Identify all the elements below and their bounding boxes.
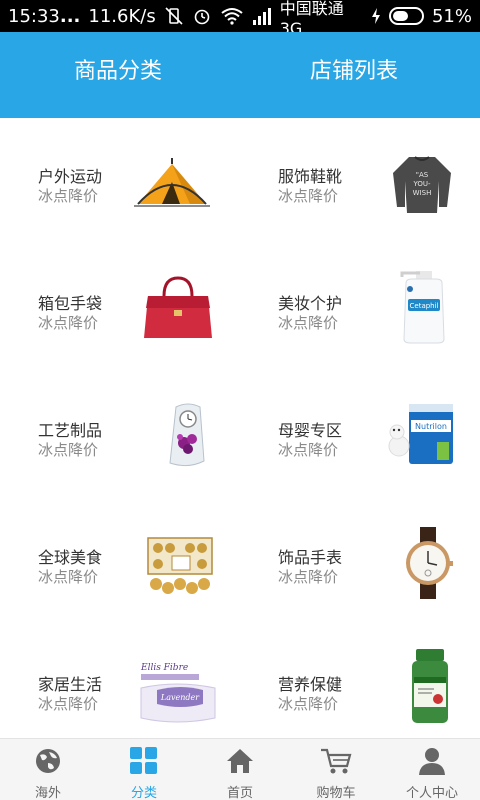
nav-categories[interactable]: 分类 bbox=[96, 739, 192, 800]
category-item-outdoor[interactable]: 户外运动 冰点降价 bbox=[0, 118, 240, 245]
category-item-bags[interactable]: 箱包手袋 冰点降价 bbox=[0, 245, 240, 372]
svg-text:Nutrilon: Nutrilon bbox=[415, 422, 447, 431]
pillow-image: Ellis Fibre Lavender bbox=[136, 650, 220, 734]
nav-overseas[interactable]: 海外 bbox=[0, 739, 96, 800]
category-name: 母婴专区 bbox=[278, 421, 343, 440]
nav-label: 分类 bbox=[130, 786, 157, 800]
category-name: 工艺制品 bbox=[38, 421, 103, 440]
lotion-bottle-image: Cetaphil bbox=[382, 265, 466, 349]
charging-icon bbox=[371, 7, 381, 25]
category-name: 美妆个护 bbox=[278, 294, 343, 313]
category-subtitle: 冰点降价 bbox=[278, 314, 339, 332]
category-item-food[interactable]: 全球美食 冰点降价 bbox=[0, 499, 240, 626]
svg-text:"AS: "AS bbox=[416, 171, 429, 179]
battery-icon bbox=[389, 7, 424, 25]
nav-cart[interactable]: 购物车 bbox=[288, 739, 384, 800]
nav-home[interactable]: 首页 bbox=[192, 739, 288, 800]
tab-shop-list[interactable]: 店铺列表 bbox=[305, 56, 403, 96]
category-subtitle: 冰点降价 bbox=[278, 187, 339, 205]
signal-icon bbox=[252, 7, 272, 25]
nav-label: 海外 bbox=[34, 786, 61, 800]
category-item-nutrition[interactable]: 营养保健 冰点降价 bbox=[240, 626, 480, 738]
category-subtitle: 冰点降价 bbox=[38, 568, 99, 586]
category-subtitle: 冰点降价 bbox=[38, 441, 99, 459]
watch-image bbox=[386, 521, 470, 605]
tent-image bbox=[130, 142, 214, 226]
category-subtitle: 冰点降价 bbox=[38, 314, 99, 332]
category-item-crafts[interactable]: 工艺制品 冰点降价 bbox=[0, 372, 240, 499]
network-speed: 11.6K/s bbox=[88, 5, 156, 27]
category-subtitle: 冰点降价 bbox=[38, 695, 99, 713]
category-name: 营养保健 bbox=[278, 675, 343, 694]
svg-text:Cetaphil: Cetaphil bbox=[410, 302, 439, 310]
category-item-home[interactable]: 家居生活 冰点降价 Ellis Fibre Lavender bbox=[0, 626, 240, 738]
crystal-clock-image bbox=[146, 394, 230, 478]
status-bar: 15:33 ... 11.6K/s 中国联通 3G 51% bbox=[0, 0, 480, 38]
category-grid: 户外运动 冰点降价 服饰鞋靴 冰点降价 "AS YOU- WISH 箱包手袋 冰… bbox=[0, 118, 480, 738]
category-item-watches[interactable]: 饰品手表 冰点降价 bbox=[240, 499, 480, 626]
category-item-apparel[interactable]: 服饰鞋靴 冰点降价 "AS YOU- WISH bbox=[240, 118, 480, 245]
category-name: 户外运动 bbox=[38, 167, 103, 186]
person-icon bbox=[417, 747, 447, 779]
nav-label: 个人中心 bbox=[405, 786, 458, 800]
vibrate-mute-icon bbox=[164, 7, 184, 25]
nav-label: 购物车 bbox=[316, 786, 356, 800]
category-item-beauty[interactable]: 美妆个护 冰点降价 Cetaphil bbox=[240, 245, 480, 372]
handbag-image bbox=[136, 267, 220, 351]
wifi-icon bbox=[220, 7, 244, 25]
category-subtitle: 冰点降价 bbox=[38, 187, 99, 205]
chocolate-box-image bbox=[138, 523, 222, 607]
category-item-mother-baby[interactable]: 母婴专区 冰点降价 Nutrilon bbox=[240, 372, 480, 499]
nav-profile[interactable]: 个人中心 bbox=[384, 739, 480, 800]
cart-icon bbox=[319, 747, 353, 779]
category-name: 饰品手表 bbox=[278, 548, 343, 567]
category-name: 家居生活 bbox=[38, 675, 103, 694]
svg-text:Lavender: Lavender bbox=[160, 693, 200, 702]
category-header: 商品分类 店铺列表 bbox=[0, 32, 480, 127]
category-name: 服饰鞋靴 bbox=[278, 167, 343, 186]
category-subtitle: 冰点降价 bbox=[278, 695, 339, 713]
globe-icon bbox=[33, 747, 63, 779]
grid-icon bbox=[129, 747, 159, 779]
supplement-bottle-image bbox=[388, 644, 472, 728]
notification-dots: ... bbox=[59, 5, 81, 27]
category-name: 箱包手袋 bbox=[38, 294, 103, 313]
sweater-image: "AS YOU- WISH bbox=[380, 142, 464, 226]
battery-percent: 51% bbox=[431, 5, 472, 27]
bottom-navigation: 海外 分类 首页 购物车 个人中心 bbox=[0, 738, 480, 800]
svg-text:WISH: WISH bbox=[413, 189, 432, 197]
category-subtitle: 冰点降价 bbox=[278, 441, 339, 459]
home-icon bbox=[225, 747, 255, 779]
svg-text:YOU-: YOU- bbox=[412, 180, 431, 188]
clock: 15:33 bbox=[8, 5, 60, 27]
nav-label: 首页 bbox=[226, 786, 253, 800]
category-subtitle: 冰点降价 bbox=[278, 568, 339, 586]
tab-product-categories[interactable]: 商品分类 bbox=[70, 56, 166, 96]
milk-formula-image: Nutrilon bbox=[380, 392, 464, 476]
svg-text:Ellis Fibre: Ellis Fibre bbox=[140, 663, 188, 673]
alarm-icon bbox=[192, 7, 212, 25]
category-name: 全球美食 bbox=[38, 548, 103, 567]
